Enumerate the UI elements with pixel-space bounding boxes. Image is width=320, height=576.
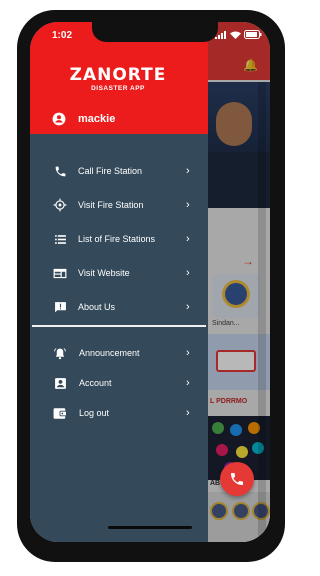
status-time: 1:02 (52, 30, 73, 41)
menu-item-label: Log out (79, 408, 110, 418)
logo-subtitle: DISASTER APP (91, 85, 145, 92)
account-circle-icon (52, 112, 66, 126)
call-fab-button[interactable] (220, 462, 254, 496)
chevron-right-icon: › (186, 267, 190, 279)
phone-icon (52, 163, 68, 179)
menu-item-visit-fire-station[interactable]: Visit Fire Station › (30, 188, 208, 222)
menu-item-label: List of Fire Stations (78, 234, 156, 244)
logout-icon (52, 405, 68, 421)
menu-item-label: Announcement (79, 348, 140, 358)
chevron-right-icon: › (186, 347, 190, 359)
navigation-drawer: ZANORTE DISASTER APP mackie Call Fire St… (30, 22, 208, 542)
menu-item-list-of-fire-stations[interactable]: List of Fire Stations › (30, 222, 208, 256)
logo-title: ZANORTE (69, 65, 167, 85)
chevron-right-icon: › (186, 301, 190, 313)
web-icon (52, 265, 68, 281)
drawer-menu: Call Fire Station › Visit Fire Station ›… (30, 154, 208, 324)
home-indicator[interactable] (108, 526, 192, 529)
bell-icon (52, 345, 68, 361)
signal-icon (215, 30, 226, 39)
menu-item-announcement[interactable]: Announcement › (30, 338, 208, 368)
menu-item-label: Visit Fire Station (78, 200, 144, 210)
crosshair-icon (52, 197, 68, 213)
chevron-right-icon: › (186, 199, 190, 211)
app-logo: ZANORTE DISASTER APP (68, 66, 168, 92)
screen: 🔔 → Sindan... L PDRRMO ABO 1:02 ZANORTE … (30, 22, 270, 542)
phone-icon (231, 473, 243, 485)
menu-item-label: Account (79, 378, 112, 388)
chevron-right-icon: › (186, 407, 190, 419)
account-icon (52, 375, 68, 391)
menu-item-label: Call Fire Station (78, 166, 143, 176)
battery-icon (244, 30, 262, 39)
drawer-secondary-menu: Announcement › Account › Log out › (30, 338, 208, 428)
menu-item-call-fire-station[interactable]: Call Fire Station › (30, 154, 208, 188)
alert-icon (52, 299, 68, 315)
phone-notch (92, 22, 218, 42)
menu-item-log-out[interactable]: Log out › (30, 398, 208, 428)
user-name: mackie (78, 113, 116, 125)
menu-divider (32, 325, 206, 327)
wifi-icon (230, 31, 241, 39)
chevron-right-icon: › (186, 233, 190, 245)
list-icon (52, 231, 68, 247)
menu-item-account[interactable]: Account › (30, 368, 208, 398)
menu-item-visit-website[interactable]: Visit Website › (30, 256, 208, 290)
menu-item-about-us[interactable]: About Us › (30, 290, 208, 324)
chevron-right-icon: › (186, 377, 190, 389)
menu-item-label: Visit Website (78, 268, 130, 278)
status-icons (215, 30, 262, 39)
menu-item-label: About Us (78, 302, 116, 312)
chevron-right-icon: › (186, 165, 190, 177)
user-profile[interactable]: mackie (52, 112, 115, 126)
